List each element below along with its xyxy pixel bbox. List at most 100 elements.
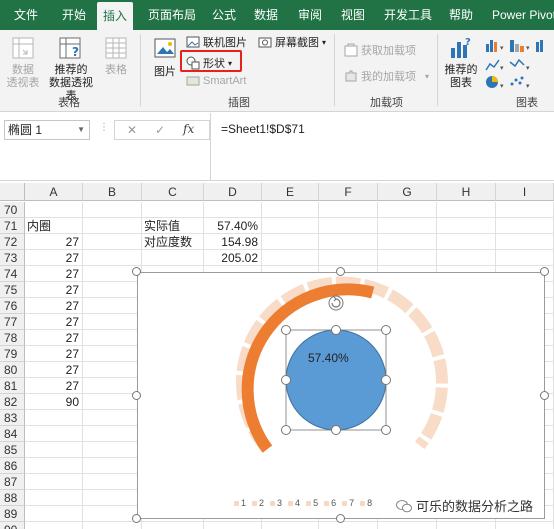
tab-page-layout[interactable]: 页面布局 [148, 0, 196, 30]
recommended-pivot-button[interactable]: ? 推荐的 数据透视表 [44, 36, 98, 103]
row-header[interactable]: 75 [0, 282, 25, 298]
cell-b[interactable] [83, 474, 142, 490]
picture-button[interactable]: 图片 [150, 36, 180, 79]
chart-area[interactable]: 57.40% 1 2 3 4 5 6 7 8 [137, 272, 545, 519]
cell-b[interactable] [83, 234, 142, 250]
cell-b[interactable] [83, 362, 142, 378]
row-header[interactable]: 88 [0, 490, 25, 506]
cell-b[interactable] [83, 490, 142, 506]
chart-resize-handle[interactable] [336, 267, 345, 276]
tab-developer[interactable]: 开发工具 [384, 0, 432, 30]
row-header[interactable]: 72 [0, 234, 25, 250]
row-header[interactable]: 87 [0, 474, 25, 490]
cell-g[interactable] [378, 250, 437, 266]
column-header[interactable]: G [378, 183, 437, 201]
cell-a[interactable]: 27 [25, 250, 83, 266]
cell-b[interactable] [83, 442, 142, 458]
column-header[interactable]: I [496, 183, 554, 201]
row-header[interactable]: 84 [0, 426, 25, 442]
column-header[interactable]: H [437, 183, 496, 201]
tab-insert[interactable]: 插入 [97, 2, 134, 30]
cell-d[interactable] [204, 522, 262, 529]
cell-b[interactable] [83, 330, 142, 346]
chart-resize-handle[interactable] [540, 391, 549, 400]
cell-a[interactable]: 27 [25, 314, 83, 330]
cell-b[interactable] [83, 202, 142, 218]
row-header[interactable]: 74 [0, 266, 25, 282]
name-box[interactable]: 椭圆 1 ▼ [4, 120, 90, 140]
insert-function-icon[interactable]: fx [183, 122, 194, 136]
row-header[interactable]: 89 [0, 506, 25, 522]
cell-a[interactable]: 90 [25, 394, 83, 410]
chart-resize-handle[interactable] [132, 514, 141, 523]
column-header[interactable]: E [262, 183, 319, 201]
cell-d[interactable]: 57.40% [204, 218, 262, 234]
row-header[interactable]: 81 [0, 378, 25, 394]
cell-b[interactable] [83, 298, 142, 314]
cell-f[interactable] [319, 218, 378, 234]
tab-file[interactable]: 文件 [14, 0, 38, 30]
cell-a[interactable] [25, 442, 83, 458]
row-header[interactable]: 86 [0, 458, 25, 474]
cell-g[interactable] [378, 234, 437, 250]
cell-b[interactable] [83, 522, 142, 529]
smartart-button[interactable]: SmartArt [186, 75, 246, 87]
cell-c[interactable] [142, 250, 204, 266]
chart-resize-handle[interactable] [132, 267, 141, 276]
row-header[interactable]: 90 [0, 522, 25, 529]
cell-a[interactable]: 27 [25, 378, 83, 394]
cell-b[interactable] [83, 218, 142, 234]
row-header[interactable]: 77 [0, 314, 25, 330]
column-header[interactable]: F [319, 183, 378, 201]
cell-a[interactable]: 27 [25, 234, 83, 250]
cell-f[interactable] [319, 250, 378, 266]
column-header[interactable]: A [25, 183, 83, 201]
row-header[interactable]: 83 [0, 410, 25, 426]
cell-b[interactable] [83, 458, 142, 474]
cell-g[interactable] [378, 522, 437, 529]
cell-b[interactable] [83, 314, 142, 330]
row-header[interactable]: 78 [0, 330, 25, 346]
cell-a[interactable] [25, 490, 83, 506]
cell-a[interactable] [25, 458, 83, 474]
cell-a[interactable] [25, 506, 83, 522]
cell-b[interactable] [83, 282, 142, 298]
cell-h[interactable] [437, 202, 496, 218]
cell-a[interactable] [25, 426, 83, 442]
row-header[interactable]: 85 [0, 442, 25, 458]
online-picture-button[interactable]: 联机图片 [186, 34, 247, 50]
cell-a[interactable] [25, 410, 83, 426]
cell-a[interactable] [25, 474, 83, 490]
row-header[interactable]: 71 [0, 218, 25, 234]
row-header[interactable]: 80 [0, 362, 25, 378]
cell-a[interactable]: 27 [25, 266, 83, 282]
cell-a[interactable] [25, 202, 83, 218]
cell-d[interactable] [204, 202, 262, 218]
tab-home[interactable]: 开始 [62, 0, 86, 30]
cell-a[interactable]: 27 [25, 362, 83, 378]
my-addins-button[interactable]: 我的加载项 ▾ [344, 68, 429, 84]
cell-i[interactable] [496, 234, 554, 250]
cell-a[interactable]: 内圈 [25, 218, 83, 234]
cell-b[interactable] [83, 410, 142, 426]
row-header[interactable]: 76 [0, 298, 25, 314]
enter-icon[interactable]: ✓ [155, 123, 165, 137]
selected-circle-svg[interactable] [138, 273, 546, 520]
cell-h[interactable] [437, 218, 496, 234]
cell-b[interactable] [83, 346, 142, 362]
cell-e[interactable] [262, 218, 319, 234]
row-header[interactable]: 82 [0, 394, 25, 410]
cell-c[interactable]: 对应度数 [142, 234, 204, 250]
cell-h[interactable] [437, 250, 496, 266]
cell-i[interactable] [496, 218, 554, 234]
cell-c[interactable] [142, 202, 204, 218]
column-header[interactable]: B [83, 183, 142, 201]
cell-f[interactable] [319, 522, 378, 529]
cell-i[interactable] [496, 250, 554, 266]
chart-resize-handle[interactable] [540, 267, 549, 276]
cell-d[interactable]: 205.02 [204, 250, 262, 266]
cell-e[interactable] [262, 234, 319, 250]
cancel-icon[interactable]: ✕ [127, 123, 137, 137]
row-header[interactable]: 79 [0, 346, 25, 362]
cell-a[interactable]: 27 [25, 330, 83, 346]
